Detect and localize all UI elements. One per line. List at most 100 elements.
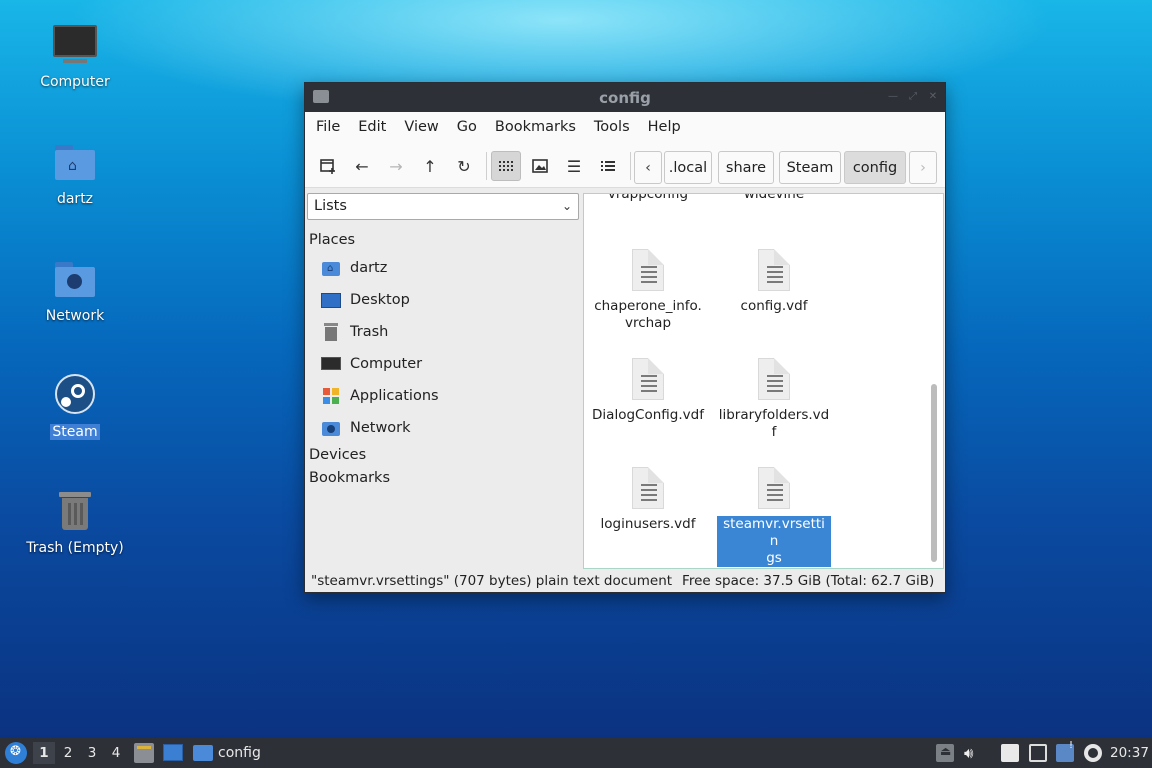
minimize-icon[interactable]: — — [887, 92, 899, 102]
sidebar-item-computer[interactable]: Computer — [321, 351, 422, 377]
clock[interactable]: 20:37 — [1110, 745, 1149, 761]
close-icon[interactable]: ✕ — [927, 92, 939, 102]
steam-tray-icon[interactable] — [1084, 744, 1102, 762]
file-item[interactable]: widevine — [715, 193, 833, 203]
free-space-info: Free space: 37.5 GiB (Total: 62.7 GiB) — [682, 573, 935, 589]
menu-view[interactable]: View — [397, 119, 445, 135]
text-file-icon — [758, 358, 790, 400]
trash-icon — [321, 323, 341, 341]
eject-icon[interactable]: ⏏ — [936, 744, 954, 762]
applications-icon — [321, 387, 341, 405]
thumbnail-view-button[interactable] — [525, 151, 555, 181]
text-file-icon — [632, 358, 664, 400]
desktop-icon-dartz[interactable]: ⌂ dartz — [20, 139, 130, 207]
devices-header[interactable]: Devices — [309, 447, 366, 463]
chevron-right-icon: › — [920, 159, 926, 176]
bookmarks-header[interactable]: Bookmarks — [309, 470, 390, 486]
file-item[interactable]: loginusers.vdf — [589, 467, 707, 533]
file-item[interactable]: DialogConfig.vdf — [589, 358, 707, 424]
sidebar-item-desktop[interactable]: Desktop — [321, 287, 410, 313]
breadcrumb-scroll-right[interactable]: › — [909, 151, 937, 184]
up-button[interactable]: ↑ — [415, 151, 445, 181]
breadcrumb-share[interactable]: share — [718, 151, 774, 184]
toolbar-separator — [630, 152, 631, 180]
chevron-left-icon: ‹ — [645, 159, 651, 176]
text-file-icon — [632, 467, 664, 509]
window-title: config — [599, 89, 651, 107]
sidebar-item-label: Trash — [350, 324, 389, 340]
file-name: chaperone_info. vrchap — [594, 298, 702, 331]
reload-button[interactable]: ↻ — [449, 151, 479, 181]
file-manager-launcher[interactable] — [134, 743, 154, 763]
vertical-scrollbar[interactable] — [931, 384, 937, 562]
chevron-down-icon: ⌄ — [561, 199, 572, 213]
menu-bookmarks[interactable]: Bookmarks — [488, 119, 583, 135]
workspace-1[interactable]: 1 — [33, 742, 55, 764]
forward-button[interactable]: → — [381, 151, 411, 181]
workspace-3[interactable]: 3 — [81, 742, 103, 764]
desktop-icon-label: Network — [45, 308, 105, 324]
folder-icon — [193, 745, 213, 761]
menu-go[interactable]: Go — [450, 119, 484, 135]
start-menu-button[interactable]: ❂ — [5, 742, 27, 764]
maximize-icon[interactable]: ⤢ — [907, 92, 919, 102]
file-item-selected[interactable]: steamvr.vrsettin gs — [715, 467, 833, 567]
file-item[interactable]: chaperone_info. vrchap — [589, 249, 707, 332]
file-name: vrappconfig — [607, 193, 689, 202]
desktop-icon-network[interactable]: Network — [20, 256, 130, 324]
window-titlebar[interactable]: config — ⤢ ✕ — [305, 83, 945, 112]
icon-view-button[interactable] — [491, 151, 521, 181]
sidebar-item-label: dartz — [350, 260, 388, 276]
side-pane-mode-select[interactable]: Lists ⌄ — [307, 193, 579, 220]
desktop-icon-label: Computer — [40, 74, 110, 90]
file-item[interactable]: config.vdf — [715, 249, 833, 315]
back-button[interactable]: ← — [347, 151, 377, 181]
desktop-icon-steam[interactable]: Steam — [20, 372, 130, 440]
breadcrumb-config[interactable]: config — [844, 151, 906, 184]
file-name: libraryfolders.vd f — [718, 407, 830, 440]
file-name: loginusers.vdf — [600, 516, 696, 532]
new-tab-button[interactable] — [313, 151, 343, 181]
arrow-left-icon: ← — [355, 156, 369, 176]
workspace-4[interactable]: 4 — [105, 742, 127, 764]
breadcrumb-scroll-left[interactable]: ‹ — [634, 151, 662, 184]
compact-view-button[interactable]: ☰ — [559, 151, 589, 181]
volume-icon[interactable]: 🔊︎ — [964, 744, 982, 762]
desktop-icon-computer[interactable]: Computer — [20, 22, 130, 90]
sidebar-item-dartz[interactable]: ⌂ dartz — [321, 255, 387, 281]
file-view[interactable]: vrappconfig widevine chaperone_info. vrc… — [583, 193, 944, 569]
file-name: widevine — [743, 193, 805, 202]
detailed-view-button[interactable] — [593, 151, 623, 181]
breadcrumb-local[interactable]: .local — [664, 151, 712, 184]
detail-list-icon — [601, 161, 615, 171]
sidebar-item-applications[interactable]: Applications — [321, 383, 439, 409]
file-manager-icon — [137, 746, 151, 749]
desktop-icon-label: Steam — [50, 424, 100, 440]
network-folder-icon — [51, 256, 99, 304]
text-file-icon — [758, 467, 790, 509]
menu-edit[interactable]: Edit — [351, 119, 393, 135]
clipboard-icon[interactable] — [1001, 744, 1019, 762]
show-desktop-button[interactable] — [163, 744, 183, 761]
menu-tools[interactable]: Tools — [587, 119, 637, 135]
taskbar-task-config[interactable]: config — [193, 741, 261, 765]
computer-icon — [51, 22, 99, 70]
sidebar-item-network[interactable]: Network — [321, 415, 411, 441]
trash-icon — [51, 488, 99, 536]
workspace-2[interactable]: 2 — [57, 742, 79, 764]
list-icon: ☰ — [566, 156, 582, 176]
file-item[interactable]: vrappconfig — [589, 193, 707, 203]
network-status-icon[interactable] — [1029, 744, 1047, 762]
breadcrumb-steam[interactable]: Steam — [779, 151, 841, 184]
menubar: File Edit View Go Bookmarks Tools Help — [305, 112, 945, 142]
desktop-icon-trash[interactable]: Trash (Empty) — [20, 488, 130, 556]
sidebar-item-trash[interactable]: Trash — [321, 319, 388, 345]
update-notifier-icon[interactable]: ! — [1056, 740, 1074, 762]
menu-file[interactable]: File — [309, 119, 347, 135]
file-item[interactable]: libraryfolders.vd f — [715, 358, 833, 441]
arrow-right-icon: → — [389, 156, 403, 176]
sidebar-item-label: Network — [350, 420, 411, 436]
menu-help[interactable]: Help — [641, 119, 688, 135]
places-header[interactable]: Places — [309, 232, 355, 248]
sidebar-item-label: Computer — [350, 356, 423, 372]
